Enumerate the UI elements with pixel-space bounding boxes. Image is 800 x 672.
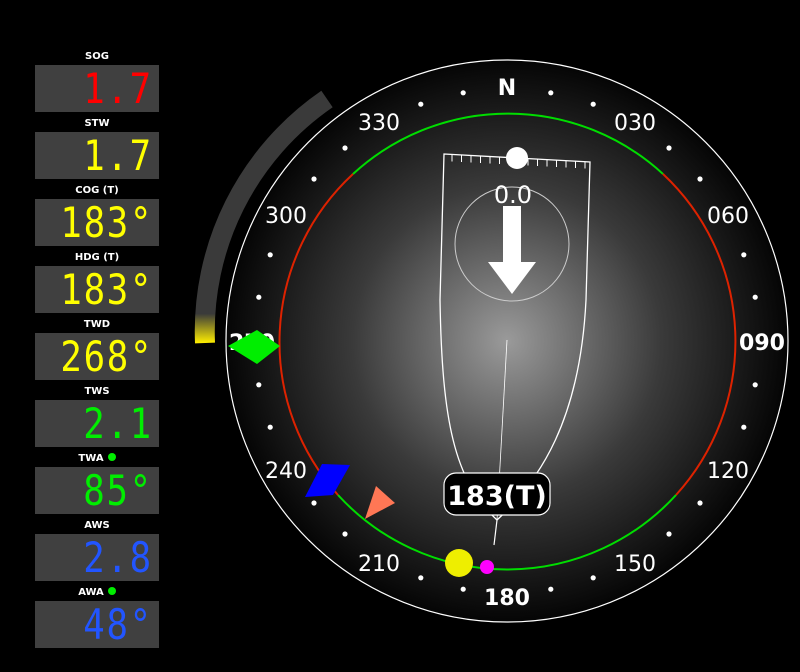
tick-dot bbox=[741, 252, 747, 258]
ring-label-030: 030 bbox=[614, 111, 656, 136]
tick-dot bbox=[267, 424, 273, 430]
tick-dot bbox=[460, 586, 466, 592]
tick-dot bbox=[752, 382, 758, 388]
tick-dot bbox=[590, 575, 596, 581]
ring-label-210: 210 bbox=[358, 552, 400, 577]
ring-label-300: 300 bbox=[265, 204, 307, 229]
tick-dot bbox=[256, 294, 262, 300]
tick-dot bbox=[256, 382, 262, 388]
drift-value: 0.0 bbox=[494, 181, 532, 209]
drift-origin-dot bbox=[506, 147, 528, 169]
tick-dot bbox=[752, 294, 758, 300]
tick-dot bbox=[741, 424, 747, 430]
tick-dot bbox=[590, 101, 596, 107]
tick-dot bbox=[666, 531, 672, 537]
tick-dot bbox=[697, 500, 703, 506]
tick-dot bbox=[548, 90, 554, 96]
ring-label-150: 150 bbox=[614, 552, 656, 577]
ring-label-330: 330 bbox=[358, 111, 400, 136]
tick-dot bbox=[267, 252, 273, 258]
tick-dot bbox=[418, 575, 424, 581]
tick-dot bbox=[311, 500, 317, 506]
ring-label-n: N bbox=[498, 76, 516, 101]
compass-dial: N 330 030 300 060 270 090 240 120 210 15… bbox=[194, 59, 789, 623]
ring-label-180: 180 bbox=[484, 586, 530, 611]
tick-dot bbox=[311, 176, 317, 182]
ring-label-090: 090 bbox=[739, 331, 785, 356]
tick-dot bbox=[460, 90, 466, 96]
tick-dot bbox=[697, 176, 703, 182]
ring-label-240: 240 bbox=[265, 459, 307, 484]
tick-dot bbox=[342, 531, 348, 537]
ring-label-060: 060 bbox=[707, 204, 749, 229]
ring-label-120: 120 bbox=[707, 459, 749, 484]
cog-marker-icon bbox=[445, 549, 473, 577]
tick-dot bbox=[342, 145, 348, 151]
waypoint-marker-icon bbox=[480, 560, 494, 574]
tick-dot bbox=[548, 586, 554, 592]
tick-dot bbox=[418, 101, 424, 107]
heading-readout: 183(T) bbox=[447, 481, 546, 512]
tick-dot bbox=[666, 145, 672, 151]
